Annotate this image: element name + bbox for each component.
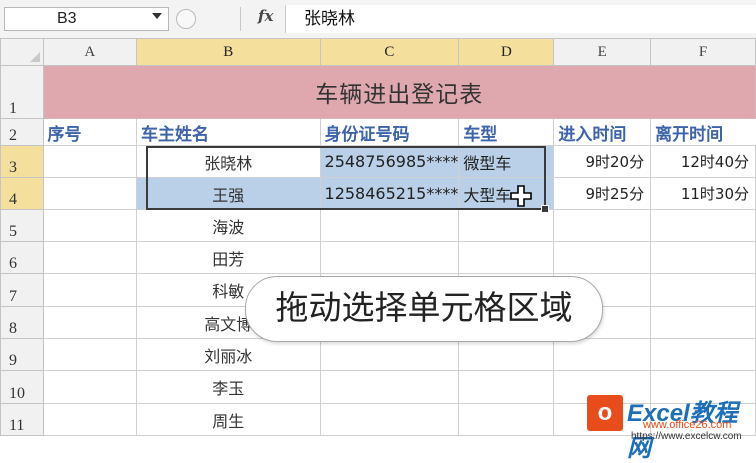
cross-cursor-icon	[510, 185, 532, 207]
cell-d9[interactable]	[458, 338, 555, 371]
cell-b11[interactable]: 周生	[135, 403, 321, 436]
insert-function-icon[interactable]: fx	[258, 7, 273, 25]
spreadsheet-grid: A B C D E F 1 车辆进出登记表 2 序号 车主姓名 身份证号码 车型…	[0, 38, 756, 436]
row-header-1[interactable]: 1	[0, 65, 44, 119]
cell-c6[interactable]	[319, 241, 460, 274]
cell-f9[interactable]	[650, 338, 756, 371]
cell-d3[interactable]: 微型车	[458, 145, 555, 178]
name-box[interactable]: B3	[4, 7, 169, 31]
select-all-button[interactable]	[0, 38, 44, 66]
header-cell-d[interactable]: 车型	[458, 118, 555, 146]
cell-a8[interactable]	[42, 306, 137, 339]
cell-b4[interactable]: 王强	[135, 177, 321, 210]
header-cell-a[interactable]: 序号	[42, 118, 137, 146]
cell-d10[interactable]	[458, 370, 555, 404]
cell-a4[interactable]	[42, 177, 137, 210]
formula-bar: B3 fx 张晓林	[0, 0, 756, 39]
cell-b10[interactable]: 李玉	[135, 370, 321, 404]
row-header-3[interactable]: 3	[0, 145, 44, 178]
cell-f4[interactable]: 11时30分	[650, 177, 756, 210]
cell-e5[interactable]	[553, 209, 652, 242]
cell-a7[interactable]	[42, 273, 137, 307]
cell-e3[interactable]: 9时20分	[553, 145, 652, 178]
cell-f3[interactable]: 12时40分	[650, 145, 756, 178]
cell-c11[interactable]	[319, 403, 460, 436]
column-header-b[interactable]: B	[135, 38, 321, 66]
cell-c10[interactable]	[319, 370, 460, 404]
chevron-down-icon[interactable]	[152, 13, 162, 19]
column-header-c[interactable]: C	[319, 38, 460, 66]
row-header-11[interactable]: 11	[0, 403, 44, 436]
cell-d4[interactable]: 大型车	[458, 177, 555, 210]
cell-f8[interactable]	[650, 306, 756, 339]
cell-e4[interactable]: 9时25分	[553, 177, 652, 210]
cell-c3[interactable]: 2548756985****	[319, 145, 460, 178]
header-cell-c[interactable]: 身份证号码	[319, 118, 460, 146]
cell-a9[interactable]	[42, 338, 137, 371]
cell-d5[interactable]	[458, 209, 555, 242]
instruction-callout: 拖动选择单元格区域	[245, 276, 603, 342]
row-header-5[interactable]: 5	[0, 209, 44, 242]
header-cell-b[interactable]: 车主姓名	[135, 118, 321, 146]
cell-f5[interactable]	[650, 209, 756, 242]
cell-f7[interactable]	[650, 273, 756, 307]
office-logo-icon: o	[587, 395, 623, 431]
row-header-4[interactable]: 4	[0, 177, 44, 210]
sheet-title-cell[interactable]: 车辆进出登记表	[42, 65, 756, 119]
column-header-e[interactable]: E	[553, 38, 652, 66]
row-header-6[interactable]: 6	[0, 241, 44, 274]
cell-a5[interactable]	[42, 209, 137, 242]
cell-b9[interactable]: 刘丽冰	[135, 338, 321, 371]
cell-f6[interactable]	[650, 241, 756, 274]
cell-a11[interactable]	[42, 403, 137, 436]
column-header-d[interactable]: D	[458, 38, 555, 66]
watermark-subtitle: www.office26.com	[643, 419, 732, 431]
cell-a10[interactable]	[42, 370, 137, 404]
cell-b3[interactable]: 张晓林	[135, 145, 321, 178]
fill-handle[interactable]	[541, 205, 549, 213]
cell-b5[interactable]: 海波	[135, 209, 321, 242]
formula-input[interactable]: 张晓林	[285, 5, 756, 33]
cell-e9[interactable]	[553, 338, 652, 371]
row-header-8[interactable]: 8	[0, 306, 44, 339]
cell-c5[interactable]	[319, 209, 460, 242]
row-header-7[interactable]: 7	[0, 273, 44, 307]
site-watermark: o Excel教程网 www.office26.com https://www.…	[585, 393, 756, 462]
formula-bar-divider	[240, 7, 241, 31]
row-header-9[interactable]: 9	[0, 338, 44, 371]
cell-e6[interactable]	[553, 241, 652, 274]
cell-a6[interactable]	[42, 241, 137, 274]
cell-d11[interactable]	[458, 403, 555, 436]
cell-c4[interactable]: 1258465215****	[319, 177, 460, 210]
cell-c9[interactable]	[319, 338, 460, 371]
cell-d6[interactable]	[458, 241, 555, 274]
column-header-f[interactable]: F	[650, 38, 756, 66]
cell-b6[interactable]: 田芳	[135, 241, 321, 274]
column-header-a[interactable]: A	[42, 38, 137, 66]
watermark-url: https://www.excelcw.com	[631, 431, 742, 442]
cell-a3[interactable]	[42, 145, 137, 178]
row-header-2[interactable]: 2	[0, 118, 44, 146]
header-cell-e[interactable]: 进入时间	[553, 118, 652, 146]
row-header-10[interactable]: 10	[0, 370, 44, 404]
header-cell-f[interactable]: 离开时间	[650, 118, 756, 146]
formula-bar-resize-icon[interactable]	[176, 9, 196, 29]
